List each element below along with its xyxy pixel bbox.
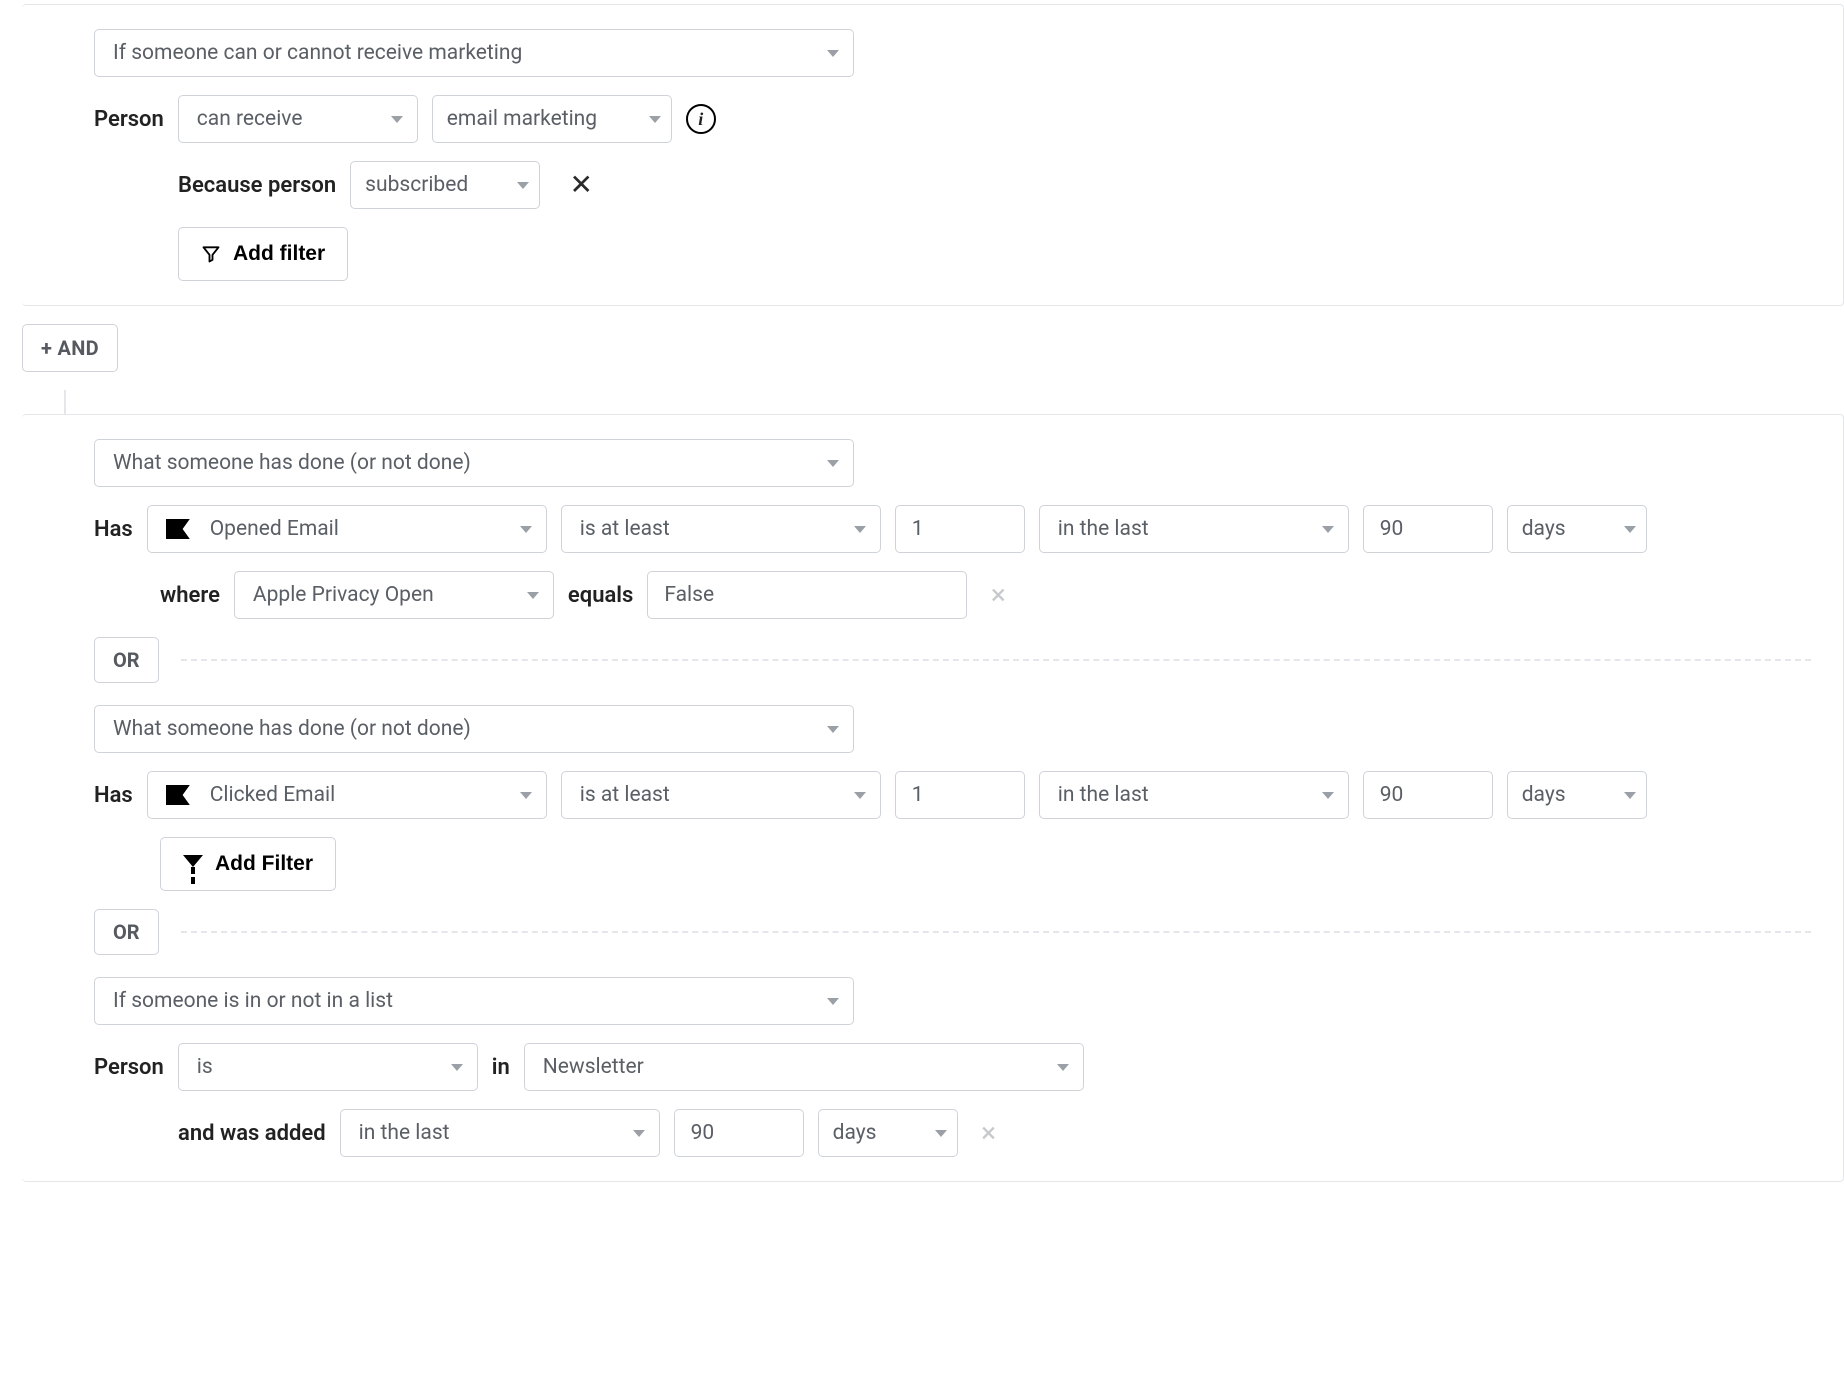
flag-icon [166,519,190,539]
chevron-down-icon [649,116,661,123]
filter-icon [183,855,203,874]
operator-select[interactable]: is at least [561,505,881,553]
has-label: Has [94,517,133,542]
or-separator: OR [94,637,1811,683]
timeframe-value-input[interactable]: 90 [1363,771,1493,819]
and-was-added-label: and was added [178,1121,326,1146]
add-filter-button[interactable]: Add filter [178,227,348,281]
or-connector[interactable]: OR [94,637,159,683]
chevron-down-icon [633,1130,645,1137]
because-person-label: Because person [178,173,336,198]
dashed-line [181,931,1811,933]
timeframe-value-input[interactable]: 90 [674,1109,804,1157]
condition-type-select[interactable]: What someone has done (or not done) [94,439,854,487]
close-icon: ✕ [569,171,592,199]
chevron-down-icon [451,1064,463,1071]
timeframe-unit-select[interactable]: days [1507,505,1647,553]
condition-type-select[interactable]: If someone can or cannot receive marketi… [94,29,854,77]
chevron-down-icon [517,182,529,189]
where-label: where [160,583,220,608]
remove-timeframe-button[interactable]: × [972,1116,1006,1150]
list-select[interactable]: Newsletter [524,1043,1084,1091]
timeframe-unit-select[interactable]: days [1507,771,1647,819]
chevron-down-icon [1624,526,1636,533]
metric-select[interactable]: Opened Email [147,505,547,553]
chevron-down-icon [827,726,839,733]
info-icon[interactable]: i [686,104,716,134]
has-label: Has [94,783,133,808]
timeframe-value-input[interactable]: 90 [1363,505,1493,553]
in-label: in [492,1055,510,1080]
person-label: Person [94,107,164,132]
chevron-down-icon [1322,792,1334,799]
count-input[interactable]: 1 [895,505,1025,553]
operator-select[interactable]: is at least [561,771,881,819]
chevron-down-icon [391,116,403,123]
condition-type-label: If someone can or cannot receive marketi… [113,41,522,65]
close-icon: × [991,581,1006,609]
condition-type-select[interactable]: What someone has done (or not done) [94,705,854,753]
or-connector[interactable]: OR [94,909,159,955]
chevron-down-icon [520,526,532,533]
and-connector[interactable]: + AND [22,324,118,372]
filter-icon [201,244,221,264]
chevron-down-icon [1624,792,1636,799]
can-receive-select[interactable]: can receive [178,95,418,143]
remove-where-button[interactable]: × [981,578,1015,612]
timeframe-unit-select[interactable]: days [818,1109,958,1157]
equals-label: equals [568,583,633,608]
reason-select[interactable]: subscribed [350,161,540,209]
person-label: Person [94,1055,164,1080]
count-input[interactable]: 1 [895,771,1025,819]
chevron-down-icon [527,592,539,599]
condition-type-select[interactable]: If someone is in or not in a list [94,977,854,1025]
add-filter-button[interactable]: Add Filter [160,837,336,891]
chevron-down-icon [1057,1064,1069,1071]
where-field-select[interactable]: Apple Privacy Open [234,571,554,619]
condition-group-2: What someone has done (or not done) Has … [22,414,1844,1182]
timeframe-op-select[interactable]: in the last [340,1109,660,1157]
chevron-down-icon [827,50,839,57]
chevron-down-icon [854,792,866,799]
timeframe-op-select[interactable]: in the last [1039,505,1349,553]
timeframe-op-select[interactable]: in the last [1039,771,1349,819]
chevron-down-icon [1322,526,1334,533]
chevron-down-icon [827,460,839,467]
dashed-line [181,659,1811,661]
chevron-down-icon [827,998,839,1005]
remove-reason-button[interactable]: ✕ [564,168,598,202]
close-icon: × [981,1119,996,1147]
is-select[interactable]: is [178,1043,478,1091]
chevron-down-icon [520,792,532,799]
chevron-down-icon [935,1130,947,1137]
connector-line [64,390,66,414]
metric-select[interactable]: Clicked Email [147,771,547,819]
or-separator: OR [94,909,1811,955]
chevron-down-icon [854,526,866,533]
channel-select[interactable]: email marketing [432,95,672,143]
flag-icon [166,785,190,805]
where-value-input[interactable]: False [647,571,967,619]
condition-group-1: If someone can or cannot receive marketi… [22,4,1844,306]
